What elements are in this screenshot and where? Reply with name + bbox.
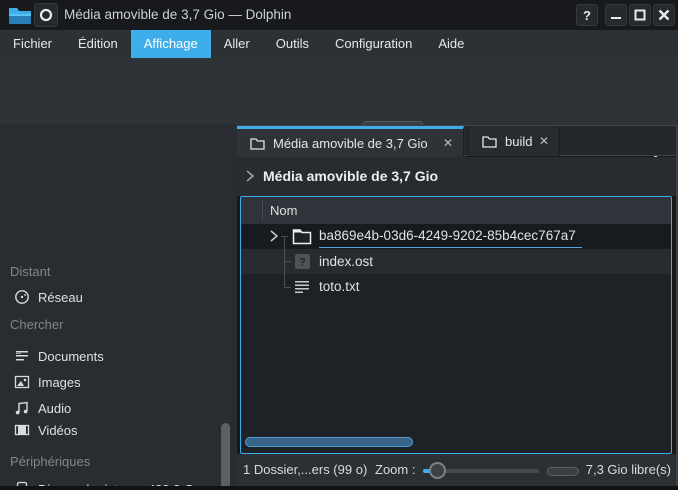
sidebar-item-documents[interactable]: Documents [0,344,220,368]
text-file-icon [292,277,312,296]
places-panel: Distant Réseau Chercher Documents Images [0,125,237,486]
video-icon [14,422,30,438]
window-menu-icon[interactable] [34,3,58,27]
items-summary: 1 Dossier,...ers (99 o) [243,454,367,486]
menu-fichier[interactable]: Fichier [0,30,65,58]
column-separator [262,200,263,221]
window-title: Média amovible de 3,7 Gio — Dolphin [64,0,291,30]
status-bar: 1 Dossier,...ers (99 o) Zoom : 7,3 Gio l… [237,454,678,486]
capacity-bar [547,467,579,476]
minimize-button[interactable] [605,4,627,26]
maximize-button[interactable] [629,4,651,26]
tab-media-amovible[interactable]: Média amovible de 3,7 Gio ✕ [237,126,464,157]
tab-bar: Média amovible de 3,7 Gio ✕ build ✕ [237,125,678,156]
menu-aller[interactable]: Aller [211,30,263,58]
document-icon [14,348,30,364]
folder-icon [250,137,265,150]
window-bottom-edge [0,486,678,490]
network-icon [14,289,30,305]
file-name[interactable]: toto.txt [319,274,360,299]
folder-icon [292,227,312,246]
column-header[interactable]: Nom [241,197,671,224]
close-icon[interactable] [653,4,675,26]
menu-configuration[interactable]: Configuration [322,30,425,58]
audio-icon [14,400,30,416]
column-header-nom: Nom [270,197,297,224]
close-tab-icon[interactable]: ✕ [539,134,549,148]
sidebar-item-images[interactable]: Images [0,370,220,394]
unknown-file-icon: ? [292,252,312,271]
tree-guide-line [281,236,288,237]
zoom-slider-handle[interactable] [429,462,446,479]
horizontal-scrollbar[interactable] [245,437,413,447]
menubar: Fichier Édition Affichage Aller Outils C… [0,30,678,58]
sidebar-scrollbar[interactable] [221,423,230,490]
sidebar-item-reseau[interactable]: Réseau [0,285,220,309]
file-name[interactable]: ba869e4b-03d6-4249-9202-85b4cec767a7 [319,224,582,248]
tab-build[interactable]: build ✕ [468,126,560,156]
tree-guide-line [284,237,285,287]
breadcrumb: Média amovible de 3,7 Gio [237,157,678,196]
close-tab-icon[interactable]: ✕ [443,136,453,150]
section-peripheriques: Périphériques [10,454,90,469]
tree-guide-line [284,287,291,288]
menu-affichage[interactable]: Affichage [131,30,211,58]
file-row-index-ost[interactable]: ? index.ost [241,249,671,274]
section-chercher: Chercher [10,317,63,332]
help-button[interactable]: ? [576,4,598,26]
expander-chevron-icon[interactable] [269,229,279,243]
toolbar: Précédent Suivant Haut Icônes [0,58,678,125]
section-distant: Distant [10,264,50,279]
file-row-folder[interactable]: ba869e4b-03d6-4249-9202-85b4cec767a7 [241,224,671,249]
chevron-right-icon[interactable] [245,169,255,183]
tree-guide-line [284,261,291,262]
file-view: Nom ba869e4b-03d6-4249-9202-85b4cec767a7… [240,196,672,454]
menu-outils[interactable]: Outils [263,30,322,58]
free-space-label: 7,3 Gio libre(s) [586,454,671,486]
svg-text:?: ? [299,257,306,269]
image-icon [14,374,30,390]
folder-icon [482,135,497,148]
file-row-toto-txt[interactable]: toto.txt [241,274,671,299]
dolphin-folder-icon [8,5,32,25]
menu-edition[interactable]: Édition [65,30,131,58]
breadcrumb-path[interactable]: Média amovible de 3,7 Gio [263,157,438,196]
file-name[interactable]: index.ost [319,249,373,274]
menu-aide[interactable]: Aide [425,30,477,58]
sidebar-item-videos[interactable]: Vidéos [0,418,220,442]
titlebar: Média amovible de 3,7 Gio — Dolphin ? [0,0,678,30]
sidebar-item-audio[interactable]: Audio [0,396,220,420]
zoom-label: Zoom : [375,454,415,486]
